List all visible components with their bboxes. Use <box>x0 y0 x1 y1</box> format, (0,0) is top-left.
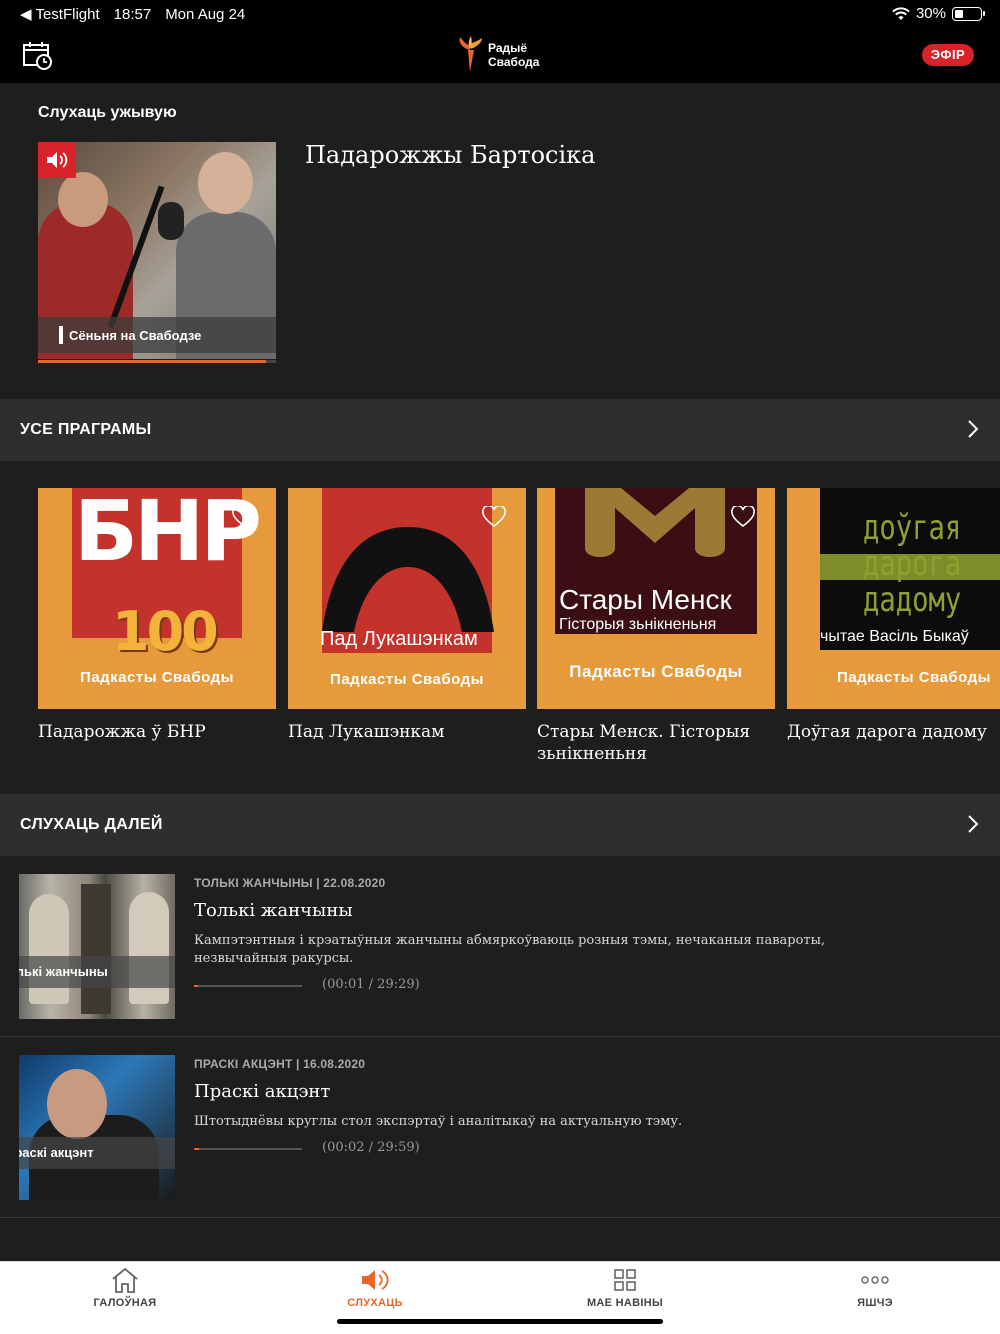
episode-title[interactable]: Толькі жанчыны <box>194 900 353 921</box>
program-brand-label: Падкасты Свабоды <box>330 671 484 688</box>
episode-thumbnail[interactable]: Праскі акцэнт <box>19 1055 175 1200</box>
chevron-right-icon <box>968 420 979 438</box>
episode-progress <box>194 985 302 987</box>
battery-percent: 30% <box>915 5 946 22</box>
episode-thumbnail-text: Праскі акцэнт <box>19 1145 94 1160</box>
tab-home[interactable]: ГАЛОЎНАЯ <box>0 1262 250 1322</box>
schedule-calendar-icon[interactable] <box>22 40 54 70</box>
favorite-heart-icon[interactable] <box>731 506 755 528</box>
episode-thumbnail[interactable]: Толькі жанчыны <box>19 874 175 1019</box>
episode-thumbnail-text: Толькі жанчыны <box>19 964 108 979</box>
program-card[interactable]: Пад Лукашэнкам Падкасты Свабоды Пад Лука… <box>288 488 526 743</box>
program-brand-label: Падкасты Свабоды <box>837 669 991 686</box>
status-bar: ◀ TestFlight 18:57 Mon Aug 24 30% <box>0 0 1000 28</box>
status-date: Mon Aug 24 <box>165 5 246 23</box>
torch-logo-icon <box>459 36 482 72</box>
program-art-line3: дадому <box>863 580 962 620</box>
episode-title[interactable]: Праскі акцэнт <box>194 1081 330 1102</box>
program-artwork: БНР 100 Падкасты Свабоды <box>38 488 276 709</box>
favorite-heart-icon[interactable] <box>232 506 256 528</box>
letter-m-shape <box>585 488 725 557</box>
program-artwork: Пад Лукашэнкам Падкасты Свабоды <box>288 488 526 709</box>
program-name[interactable]: Доўгая дарога дадому <box>787 721 1000 743</box>
home-icon <box>112 1267 138 1293</box>
back-app-label: TestFlight <box>35 6 100 23</box>
battery-icon <box>952 6 985 21</box>
program-art-text: БНР <box>74 488 262 580</box>
status-time: 18:57 <box>113 5 152 23</box>
continue-listening-title: СЛУХАЦЬ ДАЛЕЙ <box>20 816 163 833</box>
program-art-line2: дарога <box>863 544 962 584</box>
tab-more-label: ЯШЧЭ <box>857 1297 893 1309</box>
program-art-number: 100 <box>112 600 219 663</box>
program-art-text: Стары Менск <box>559 584 732 615</box>
program-name[interactable]: Стары Менск. Гісторыя зьнікненьня <box>537 721 775 765</box>
grid-icon <box>614 1269 636 1291</box>
now-playing-program-label: Сёньня на Свабодзе <box>38 317 276 353</box>
now-playing-heading: Слухаць ужывую <box>38 104 177 121</box>
speaker-icon <box>362 1270 389 1290</box>
radio-svaboda-logo[interactable]: Радыё Свабода <box>456 36 539 74</box>
program-card[interactable]: БНР 100 Падкасты Свабоды Падарожжа ў БНР <box>38 488 276 743</box>
now-playing-program-text: Сёньня на Свабодзе <box>69 327 202 343</box>
episode-description: Кампэтэнтныя і крэатыўныя жанчыны абмярк… <box>194 933 826 966</box>
program-artwork: Стары Менск Гісторыя зьнікненьня Падкаст… <box>537 488 775 709</box>
program-brand-label: Падкасты Свабоды <box>80 669 234 686</box>
episode-list-item[interactable]: Праскі акцэнт ПРАСКІ АКЦЭНТ | 16.08.2020… <box>0 1037 1000 1218</box>
top-nav-bar: Радыё Свабода ЭФІР <box>0 28 1000 83</box>
episode-time: (00:01 / 29:29) <box>322 977 420 992</box>
episode-time: (00:02 / 29:59) <box>322 1140 420 1155</box>
tab-my-news[interactable]: МАЕ НАВІНЫ <box>500 1262 750 1322</box>
speaker-icon <box>38 142 76 178</box>
arch-shape-icon <box>322 527 494 632</box>
favorite-heart-icon[interactable] <box>482 506 506 528</box>
program-name[interactable]: Пад Лукашэнкам <box>288 721 526 743</box>
program-art-subtext: чытае Васіль Быкаў <box>820 628 969 645</box>
tab-home-label: ГАЛОЎНАЯ <box>93 1297 157 1309</box>
tab-my-news-label: МАЕ НАВІНЫ <box>586 1297 664 1309</box>
program-art-subtext: Гісторыя зьнікненьня <box>559 616 717 633</box>
logo-line-2: Свабода <box>488 55 540 69</box>
episode-thumbnail-label: Толькі жанчыны <box>19 956 175 988</box>
tab-more[interactable]: ЯШЧЭ <box>750 1262 1000 1322</box>
home-indicator <box>337 1319 663 1324</box>
program-art-line1: доўгая <box>863 508 962 548</box>
program-brand-label: Падкасты Свабоды <box>569 662 743 681</box>
all-programs-title: УСЕ ПРАГРАМЫ <box>20 421 152 438</box>
program-name[interactable]: Падарожжа ў БНР <box>38 721 276 743</box>
live-stream-button[interactable]: ЭФІР <box>922 44 974 66</box>
episode-meta: ПРАСКІ АКЦЭНТ | 16.08.2020 <box>194 1057 366 1071</box>
program-card[interactable]: Стары Менск Гісторыя зьнікненьня Падкаст… <box>537 488 775 765</box>
more-icon <box>861 1276 889 1284</box>
episode-thumbnail-label: Праскі акцэнт <box>19 1137 175 1169</box>
now-playing-thumbnail[interactable]: Сёньня на Свабодзе <box>38 142 276 359</box>
episode-progress <box>194 1148 302 1150</box>
tab-listen-label: СЛУХАЦЬ <box>347 1297 403 1309</box>
episode-list-item[interactable]: Толькі жанчыны ТОЛЬКІ ЖАНЧЫНЫ | 22.08.20… <box>0 856 1000 1037</box>
episode-meta: ТОЛЬКІ ЖАНЧЫНЫ | 22.08.2020 <box>194 876 386 890</box>
now-playing-title[interactable]: Падарожжы Бартосіка <box>305 141 595 169</box>
wifi-icon <box>892 6 910 20</box>
continue-listening-header[interactable]: СЛУХАЦЬ ДАЛЕЙ <box>0 794 1000 856</box>
program-art-text: Пад Лукашэнкам <box>320 628 478 650</box>
tab-listen[interactable]: СЛУХАЦЬ <box>250 1262 500 1322</box>
logo-line-1: Радыё <box>488 41 528 55</box>
back-to-app[interactable]: ◀ TestFlight <box>20 5 100 23</box>
chevron-right-icon <box>968 815 979 833</box>
program-card[interactable]: доўгая дарога дадому чытае Васіль Быкаў … <box>787 488 1000 743</box>
programs-carousel[interactable]: БНР 100 Падкасты Свабоды Падарожжа ў БНР… <box>0 461 1000 794</box>
episode-description: Штотыднёвы круглы стол экспэртаў і аналі… <box>194 1114 683 1129</box>
program-artwork: доўгая дарога дадому чытае Васіль Быкаў … <box>787 488 1000 709</box>
all-programs-header[interactable]: УСЕ ПРАГРАМЫ <box>0 399 1000 461</box>
now-playing-progress <box>38 360 276 363</box>
now-playing-section: Слухаць ужывую Сёньня на Свабодзе Падаро… <box>0 83 1000 399</box>
